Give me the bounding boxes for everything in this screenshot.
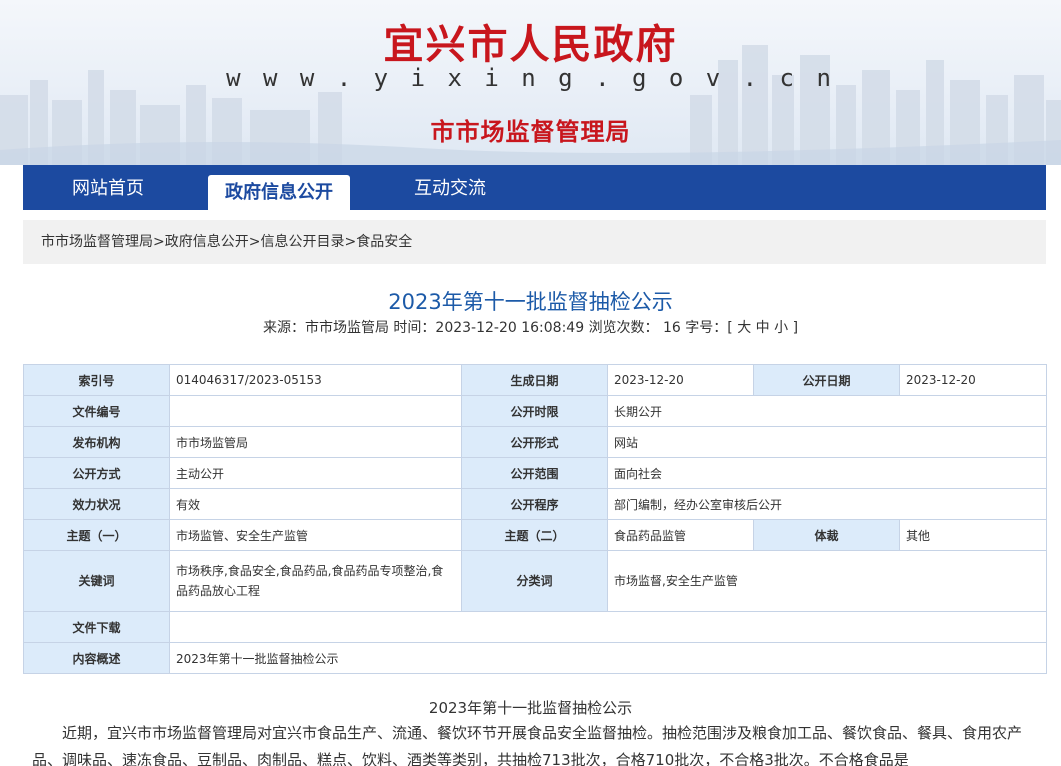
nav-item-interaction[interactable]: 互动交流 bbox=[385, 165, 515, 210]
pub-period-value: 长期公开 bbox=[607, 395, 1047, 427]
doc-no-value bbox=[169, 395, 462, 427]
breadcrumb-item-food-safety[interactable]: 食品安全 bbox=[356, 234, 412, 250]
pub-date-value: 2023-12-20 bbox=[899, 364, 1047, 396]
breadcrumb-item-gov-info[interactable]: 政府信息公开 bbox=[165, 234, 249, 250]
body-paragraph: 近期，宜兴市市场监督管理局对宜兴市食品生产、流通、餐饮环节开展食品安全监督抽检。… bbox=[32, 724, 1023, 766]
table-row: 索引号 014046317/2023-05153 生成日期 2023-12-20… bbox=[23, 364, 1047, 396]
table-row: 发布机构 市市场监管局 公开形式 网站 bbox=[23, 426, 1047, 458]
site-title: 宜兴市人民政府 bbox=[383, 21, 678, 68]
pub-date-label: 公开日期 bbox=[753, 364, 900, 396]
body-title: 2023年第十一批监督抽检公示 bbox=[428, 699, 633, 717]
issuer-value: 市市场监管局 bbox=[169, 426, 462, 458]
pub-period-label: 公开时限 bbox=[461, 395, 608, 427]
department-name: 市市场监督管理局 bbox=[430, 118, 631, 146]
breadcrumb-item-department[interactable]: 市市场监督管理局 bbox=[41, 234, 153, 250]
table-row: 主题（一） 市场监管、安全生产监管 主题（二） 食品药品监管 体裁 其他 bbox=[23, 519, 1047, 551]
category-value: 市场监督,安全生产监管 bbox=[607, 550, 1047, 612]
topic2-label: 主题（二） bbox=[461, 519, 608, 551]
table-row: 文件编号 公开时限 长期公开 bbox=[23, 395, 1047, 427]
topic1-value: 市场监管、安全生产监管 bbox=[169, 519, 462, 551]
meta-source: 市市场监管局 bbox=[304, 320, 389, 336]
table-row: 效力状况 有效 公开程序 部门编制，经办公室审核后公开 bbox=[23, 488, 1047, 520]
breadcrumb-separator: > bbox=[344, 234, 357, 250]
doc-no-label: 文件编号 bbox=[23, 395, 170, 427]
fontsize-bracket-close: ] bbox=[792, 320, 799, 336]
gen-date-label: 生成日期 bbox=[461, 364, 608, 396]
breadcrumb-separator: > bbox=[153, 234, 165, 250]
table-row: 文件下载 bbox=[23, 611, 1047, 643]
validity-label: 效力状况 bbox=[23, 488, 170, 520]
index-no-label: 索引号 bbox=[23, 364, 170, 396]
genre-value: 其他 bbox=[899, 519, 1047, 551]
article-meta: 来源：市市场监管局 时间：2023-12-20 16:08:49 浏览次数： 1… bbox=[0, 317, 1061, 337]
table-row: 公开方式 主动公开 公开范围 面向社会 bbox=[23, 457, 1047, 489]
meta-time-label: 时间： bbox=[393, 320, 436, 336]
gen-date-value: 2023-12-20 bbox=[607, 364, 754, 396]
meta-views-label: 浏览次数： bbox=[588, 320, 659, 336]
validity-value: 有效 bbox=[169, 488, 462, 520]
fontsize-medium-button[interactable]: 中 bbox=[756, 320, 770, 336]
summary-label: 内容概述 bbox=[23, 642, 170, 674]
fontsize-bracket-open: [ bbox=[727, 320, 733, 336]
topic1-label: 主题（一） bbox=[23, 519, 170, 551]
table-row: 关键词 市场秩序,食品安全,食品药品,食品药品专项整治,食品药品放心工程 分类词… bbox=[23, 550, 1047, 612]
pub-procedure-label: 公开程序 bbox=[461, 488, 608, 520]
breadcrumb: 市市场监督管理局>政府信息公开>信息公开目录>食品安全 bbox=[23, 220, 1046, 264]
meta-source-label: 来源： bbox=[262, 320, 305, 336]
pub-method-value: 主动公开 bbox=[169, 457, 462, 489]
breadcrumb-item-catalog[interactable]: 信息公开目录 bbox=[260, 234, 344, 250]
pub-form-label: 公开形式 bbox=[461, 426, 608, 458]
summary-value: 2023年第十一批监督抽检公示 bbox=[169, 642, 1047, 674]
meta-time: 2023-12-20 16:08:49 bbox=[435, 320, 585, 336]
pub-scope-value: 面向社会 bbox=[607, 457, 1047, 489]
pub-procedure-value: 部门编制，经办公室审核后公开 bbox=[607, 488, 1047, 520]
pub-scope-label: 公开范围 bbox=[461, 457, 608, 489]
index-no-value: 014046317/2023-05153 bbox=[169, 364, 462, 396]
breadcrumb-separator: > bbox=[248, 234, 261, 250]
meta-fontsize-label: 字号： bbox=[685, 320, 728, 336]
keywords-value: 市场秩序,食品安全,食品药品,食品药品专项整治,食品药品放心工程 bbox=[169, 550, 462, 612]
info-table: 索引号 014046317/2023-05153 生成日期 2023-12-20… bbox=[23, 364, 1047, 674]
fontsize-small-button[interactable]: 小 bbox=[774, 320, 788, 336]
download-value[interactable] bbox=[169, 611, 1047, 643]
category-label: 分类词 bbox=[461, 550, 608, 612]
pub-form-value: 网站 bbox=[607, 426, 1047, 458]
nav-item-gov-info[interactable]: 政府信息公开 bbox=[208, 175, 350, 210]
site-banner: 宜兴市人民政府 w w w . y i x i n g . g o v . c … bbox=[0, 0, 1061, 165]
keywords-label: 关键词 bbox=[23, 550, 170, 612]
fontsize-large-button[interactable]: 大 bbox=[737, 320, 751, 336]
issuer-label: 发布机构 bbox=[23, 426, 170, 458]
pub-method-label: 公开方式 bbox=[23, 457, 170, 489]
table-row: 内容概述 2023年第十一批监督抽检公示 bbox=[23, 642, 1047, 674]
download-label: 文件下载 bbox=[23, 611, 170, 643]
main-nav: 网站首页 政府信息公开 互动交流 bbox=[23, 165, 1046, 210]
meta-views: 16 bbox=[663, 320, 681, 336]
site-url: w w w . y i x i n g . g o v . c n bbox=[226, 64, 835, 92]
nav-item-home[interactable]: 网站首页 bbox=[43, 165, 173, 210]
genre-label: 体裁 bbox=[753, 519, 900, 551]
article-title: 2023年第十一批监督抽检公示 bbox=[388, 290, 673, 314]
topic2-value: 食品药品监管 bbox=[607, 519, 754, 551]
